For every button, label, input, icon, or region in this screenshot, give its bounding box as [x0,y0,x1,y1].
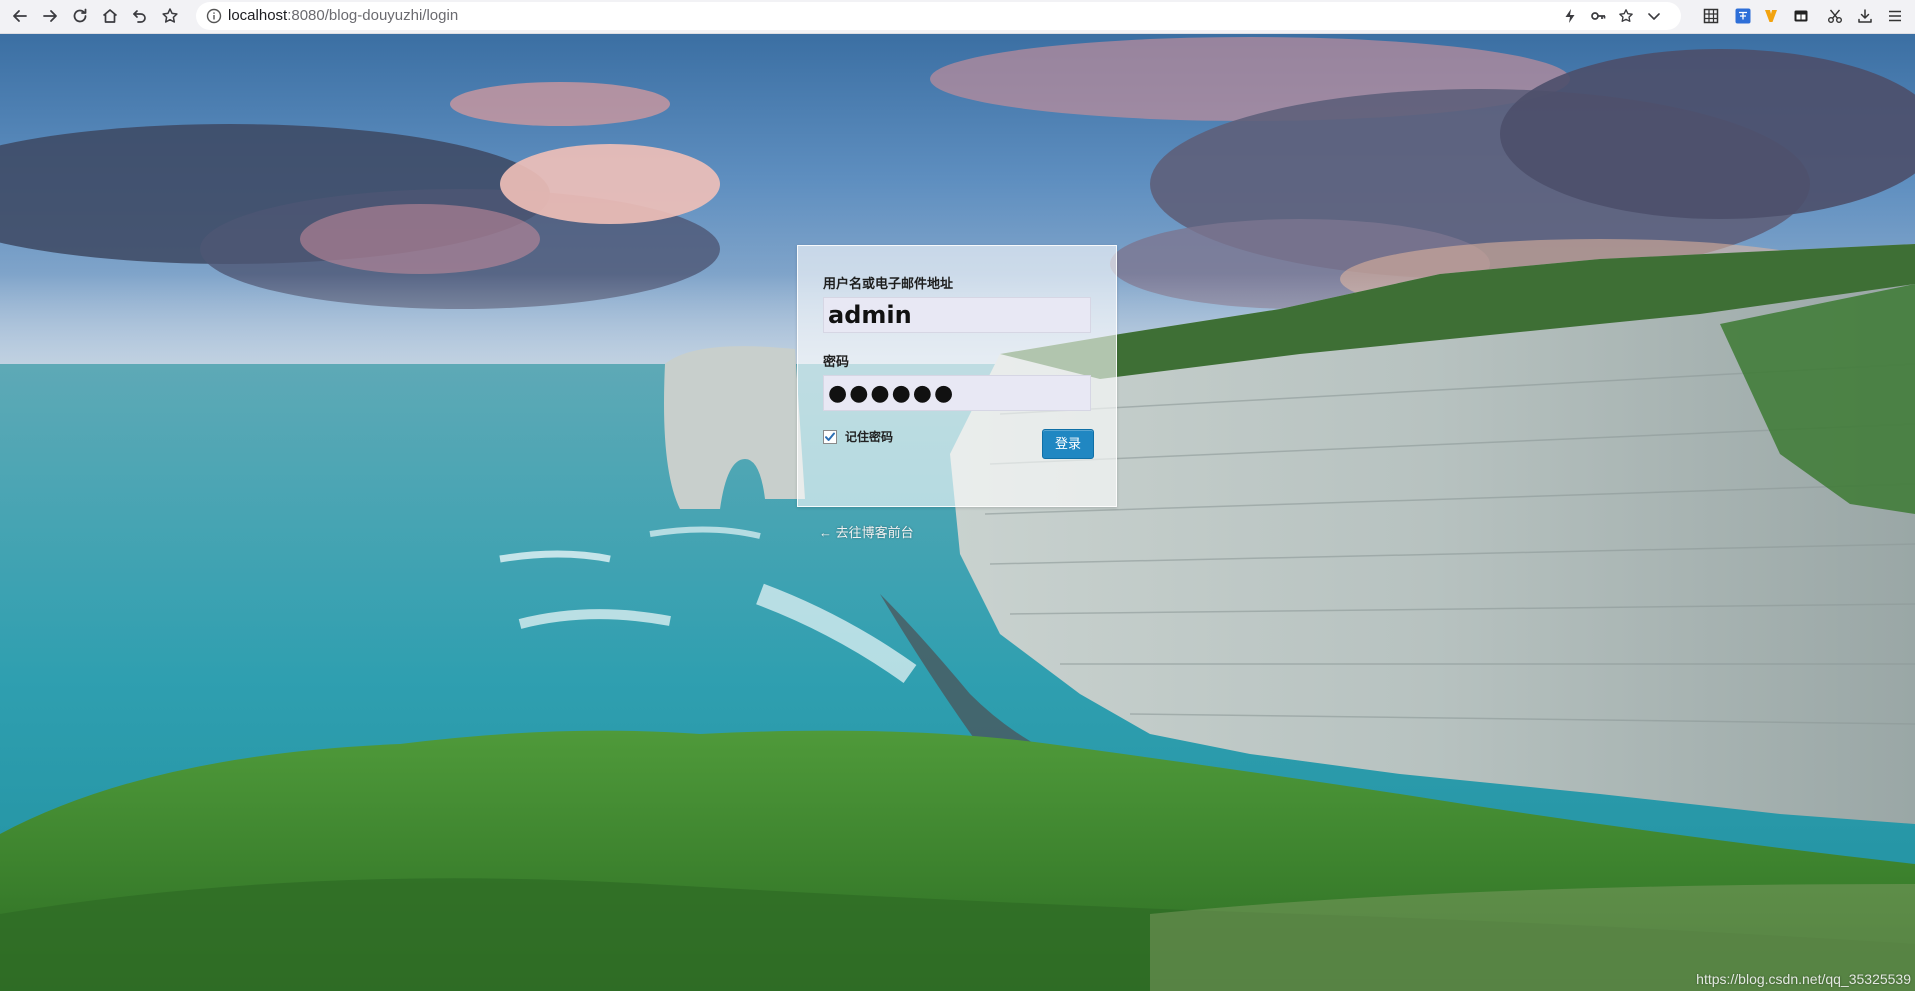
window-extension-icon[interactable] [1788,3,1814,29]
address-bar[interactable]: localhost:8080/blog-douyuzhi/login [196,2,1681,30]
download-icon[interactable] [1852,3,1878,29]
home-icon[interactable] [97,3,123,29]
scissors-icon[interactable] [1822,3,1848,29]
chevron-down-icon[interactable] [1641,3,1667,29]
reload-icon[interactable] [67,3,93,29]
forward-arrow-icon[interactable] [37,3,63,29]
password-label: 密码 [823,354,850,369]
checkmark-icon [825,432,835,441]
back-arrow-icon[interactable] [7,3,33,29]
grid-extension-icon[interactable] [1698,3,1724,29]
username-input[interactable] [823,297,1091,333]
site-info-icon[interactable] [206,8,222,24]
url-text[interactable]: localhost:8080/blog-douyuzhi/login [228,8,458,24]
lightning-icon[interactable] [1557,3,1583,29]
login-page: 用户名或电子邮件地址 密码 记住密码 登录 ← 去往博客前台 https://b… [0,34,1915,991]
login-form: 用户名或电子邮件地址 密码 记住密码 登录 [797,245,1117,507]
remember-label[interactable]: 记住密码 [845,430,893,444]
bookmark-star-icon[interactable] [157,3,183,29]
remember-checkbox[interactable] [823,430,837,444]
browser-toolbar: localhost:8080/blog-douyuzhi/login [0,0,1915,34]
browser-window: localhost:8080/blog-douyuzhi/login 用户名或电… [0,0,1915,991]
login-button[interactable]: 登录 [1042,429,1094,459]
url-host: localhost [228,7,288,24]
watermark-text: https://blog.csdn.net/qq_35325539 [1696,971,1911,987]
translate-icon[interactable] [1730,3,1756,29]
undo-icon[interactable] [127,3,153,29]
background-landscape-image [0,34,1915,991]
favorite-star-icon[interactable] [1613,3,1639,29]
shield-extension-icon[interactable] [1758,3,1784,29]
back-to-blog-link[interactable]: ← 去往博客前台 [819,525,914,541]
menu-icon[interactable] [1882,3,1908,29]
password-input[interactable] [823,375,1091,411]
key-icon[interactable] [1585,3,1611,29]
username-label: 用户名或电子邮件地址 [823,276,954,291]
url-path: :8080/blog-douyuzhi/login [287,7,459,24]
